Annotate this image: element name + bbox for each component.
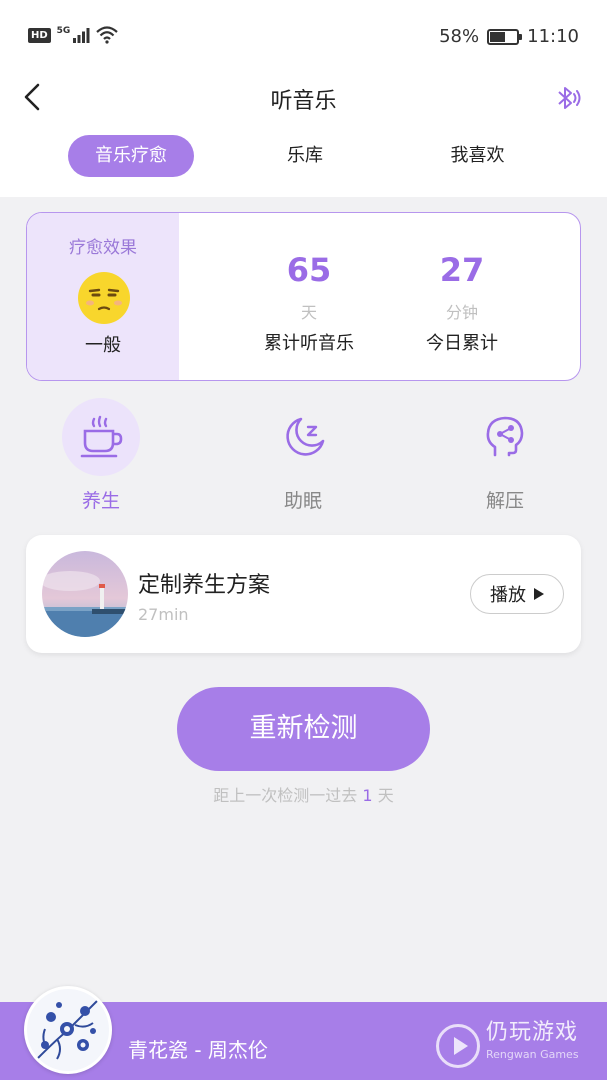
- battery-icon: [487, 28, 523, 45]
- watermark-en: Rengwan Games: [486, 1048, 579, 1061]
- last-check-days: 1: [362, 786, 373, 805]
- neutral-face-icon: [78, 272, 130, 324]
- tab-music-library[interactable]: 乐库: [250, 135, 360, 177]
- status-bar: HD 5G 58% 11:10: [0, 0, 607, 70]
- signal-icon: [73, 28, 90, 43]
- page-title: 听音乐: [270, 89, 337, 114]
- category-label: 助眠: [283, 490, 322, 512]
- category-label: 解压: [485, 490, 524, 512]
- bluetooth-icon[interactable]: [551, 82, 583, 114]
- category-health[interactable]: 养生: [51, 398, 151, 518]
- battery-fill: [490, 31, 506, 42]
- stat-value: 65: [286, 251, 332, 289]
- last-check-prefix: 距上一次检测一过去: [213, 786, 358, 805]
- album-cover[interactable]: [24, 986, 112, 1074]
- stat-caption: 累计听音乐: [264, 333, 354, 354]
- wifi-icon: [96, 26, 119, 44]
- network-label: 5G: [56, 26, 71, 36]
- status-left: HD 5G: [28, 26, 119, 44]
- player-play-icon[interactable]: [436, 1024, 480, 1068]
- plan-cover-image: [42, 551, 128, 637]
- plan-title: 定制养生方案: [138, 573, 271, 598]
- last-check-text: 距上一次检测一过去 1 天: [0, 782, 607, 806]
- hd-badge: HD: [28, 27, 51, 43]
- play-icon: [534, 588, 544, 600]
- effect-label: 疗愈效果: [69, 238, 137, 258]
- category-icon-bg: [62, 398, 140, 476]
- moon-sleep-icon: [286, 417, 325, 456]
- tea-cup-icon: [80, 415, 123, 458]
- tab-favorites[interactable]: 我喜欢: [420, 135, 535, 177]
- stat-value: 27: [439, 251, 485, 289]
- watermark-cn: 仍玩游戏: [486, 1020, 579, 1045]
- watermark: 仍玩游戏 Rengwan Games: [486, 1014, 579, 1061]
- category-relief[interactable]: 解压: [455, 398, 555, 518]
- stat-caption: 今日累计: [426, 333, 498, 354]
- status-right: 58% 11:10: [439, 26, 579, 47]
- track-name: 青花瓷 - 周杰伦: [128, 1038, 268, 1062]
- healing-effect-card: 疗愈效果 一般 65 天 累计听音乐 27 分钟 今日累计: [26, 212, 581, 381]
- battery-percent: 58%: [439, 26, 480, 47]
- plan-duration: 27min: [138, 605, 189, 624]
- redetect-button[interactable]: 重新检测: [177, 687, 430, 771]
- effect-level: 一般: [85, 335, 121, 356]
- category-icon-bg: [466, 398, 544, 476]
- effect-panel: 疗愈效果 一般: [27, 213, 179, 380]
- play-button[interactable]: 播放: [470, 574, 564, 614]
- category-icon-bg: [264, 398, 342, 476]
- custom-plan-card[interactable]: 定制养生方案 27min 播放: [26, 535, 581, 653]
- status-time: 11:10: [527, 26, 579, 47]
- tab-music-healing[interactable]: 音乐疗愈: [68, 135, 194, 177]
- stat-unit: 分钟: [445, 303, 478, 322]
- category-label: 养生: [81, 490, 120, 512]
- category-sleep[interactable]: 助眠: [253, 398, 353, 518]
- last-check-suffix: 天: [377, 786, 394, 805]
- head-relief-icon: [486, 416, 524, 457]
- play-label: 播放: [490, 585, 526, 606]
- stat-unit: 天: [300, 303, 317, 322]
- tab-bar: 音乐疗愈 乐库 我喜欢: [0, 135, 607, 177]
- mini-player[interactable]: 青花瓷 - 周杰伦 仍玩游戏 Rengwan Games: [0, 986, 607, 1080]
